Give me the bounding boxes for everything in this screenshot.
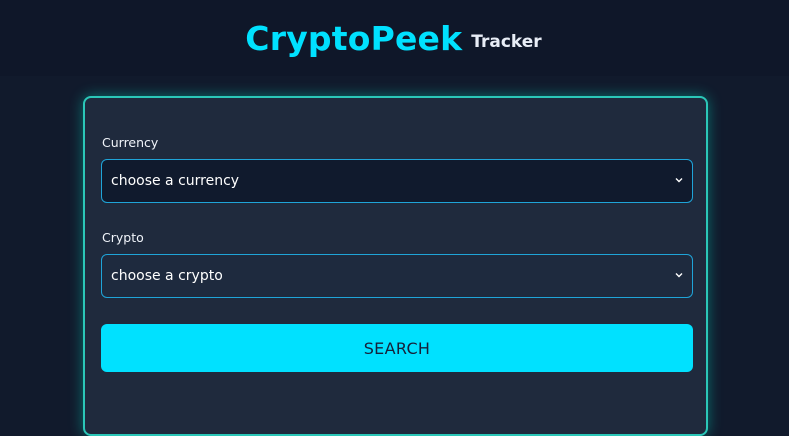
chevron-down-icon [675, 273, 683, 278]
crypto-select[interactable]: choose a crypto [101, 254, 693, 298]
app-header: CryptoPeek Tracker [0, 0, 789, 76]
app-title: CryptoPeek [245, 18, 463, 58]
search-card: Currency choose a currency Crypto choose… [83, 96, 708, 436]
crypto-select-value: choose a crypto [111, 268, 223, 284]
crypto-label: Crypto [102, 230, 144, 245]
chevron-down-icon [675, 178, 683, 183]
currency-label: Currency [102, 135, 159, 150]
search-button[interactable]: SEARCH [101, 324, 693, 372]
search-button-label: SEARCH [363, 338, 431, 358]
currency-select-value: choose a currency [111, 173, 240, 189]
currency-select[interactable]: choose a currency [101, 159, 693, 203]
app-subtitle: Tracker [471, 32, 542, 52]
